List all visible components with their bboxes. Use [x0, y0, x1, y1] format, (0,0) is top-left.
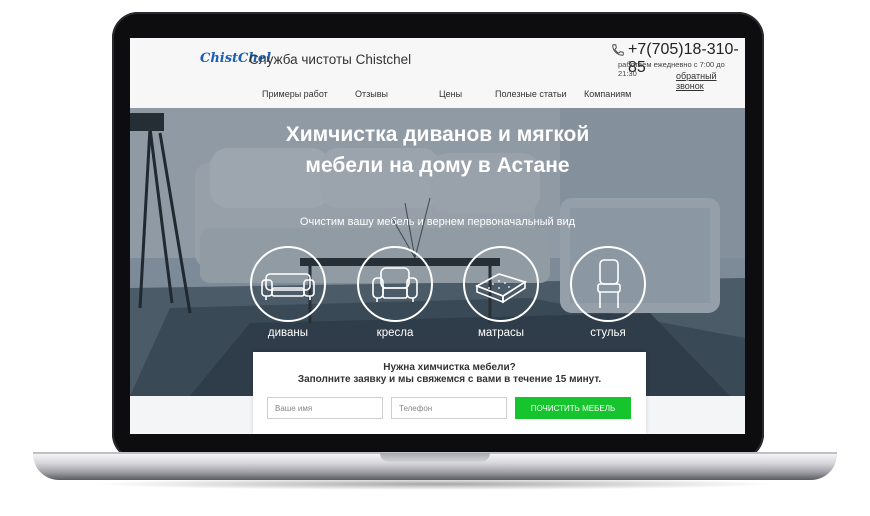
category-circle: [357, 246, 433, 322]
category-armchairs[interactable]: кресла: [357, 246, 433, 339]
name-input[interactable]: [267, 397, 383, 419]
laptop-screen: ChistChel Служба чистоты Chistchel +7(70…: [130, 38, 745, 434]
nav-item-examples[interactable]: Примеры работ: [262, 89, 328, 99]
category-label: кресла: [376, 327, 414, 339]
category-circle: [463, 246, 539, 322]
request-form: Нужна химчистка мебели? Заполните заявку…: [253, 352, 646, 434]
laptop-notch: [380, 453, 490, 462]
nav-item-prices[interactable]: Цены: [439, 89, 462, 99]
armchair-icon: [372, 267, 418, 302]
category-circle: [570, 246, 646, 322]
form-title-line2: Заполните заявку и мы свяжемся с вами в …: [297, 374, 602, 385]
hero-title-line1: Химчистка диванов и мягкой: [285, 123, 590, 146]
callback-link[interactable]: обратный звонок: [676, 71, 745, 91]
category-label: матрасы: [477, 327, 525, 339]
mattress-icon: [475, 273, 527, 304]
site-header: ChistChel Служба чистоты Chistchel +7(70…: [130, 38, 745, 108]
site-title: Служба чистоты Chistchel: [249, 52, 412, 67]
phone-icon: [612, 44, 624, 56]
category-circle: [250, 246, 326, 322]
main-nav: Примеры работ Отзывы Цены Полезные стать…: [130, 89, 745, 107]
nav-item-reviews[interactable]: Отзывы: [355, 89, 388, 99]
chair-icon: [597, 259, 621, 308]
hero-subtitle: Очистим вашу мебель и вернем первоначаль…: [299, 216, 576, 228]
category-label: стулья: [590, 327, 626, 339]
category-label: диваны: [267, 327, 309, 339]
category-sofas[interactable]: диваны: [250, 246, 326, 339]
hero-title-line2: мебели на дому в Астане: [305, 154, 570, 177]
category-chairs[interactable]: стулья: [570, 246, 646, 339]
nav-item-articles[interactable]: Полезные статьи: [495, 89, 567, 99]
phone-input[interactable]: [391, 397, 507, 419]
submit-button[interactable]: ПОЧИСТИТЬ МЕБЕЛЬ: [515, 397, 631, 419]
sofa-icon: [261, 273, 315, 300]
nav-item-companies[interactable]: Компаниям: [584, 89, 631, 99]
form-title-line1: Нужна химчистка мебели?: [383, 362, 516, 373]
form-title: Нужна химчистка мебели? Заполните заявку…: [253, 362, 646, 386]
category-mattresses[interactable]: матрасы: [463, 246, 539, 339]
